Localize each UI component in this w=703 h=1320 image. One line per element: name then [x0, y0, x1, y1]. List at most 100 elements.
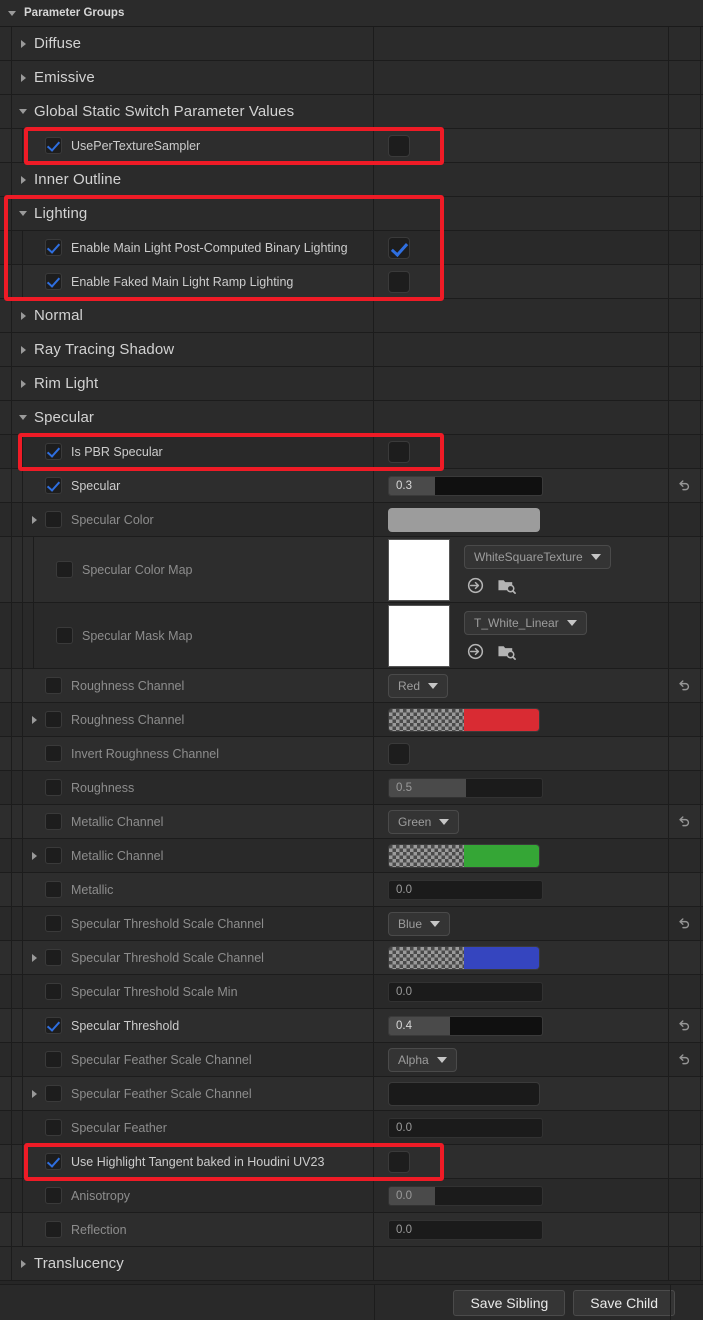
table-row[interactable]: Metallic Channel Green: [0, 805, 703, 839]
find-in-content-browser-icon[interactable]: [497, 576, 517, 595]
row-expander[interactable]: [23, 715, 45, 724]
browse-to-asset-icon[interactable]: [466, 576, 485, 595]
group-header-emissive[interactable]: Emissive: [0, 61, 703, 95]
table-row[interactable]: Reflection 0.0: [0, 1213, 703, 1247]
slider-specular[interactable]: 0.3: [388, 475, 543, 496]
group-header-lighting[interactable]: Lighting: [0, 197, 703, 231]
property-reset-cell[interactable]: [669, 805, 701, 838]
table-row[interactable]: Use Highlight Tangent baked in Houdini U…: [0, 1145, 703, 1179]
slider-specular-threshold-scale-min[interactable]: 0.0: [388, 981, 543, 1002]
override-checkbox-use-per-texture-sampler[interactable]: [45, 137, 62, 154]
slider-specular-feather[interactable]: 0.0: [388, 1117, 543, 1138]
row-expander[interactable]: [23, 953, 45, 962]
color-swatch-specular-color[interactable]: [388, 507, 540, 532]
value-checkbox-use-per-texture-sampler[interactable]: [388, 134, 410, 157]
property-reset-cell[interactable]: [669, 1009, 701, 1042]
group-expander[interactable]: [12, 311, 34, 320]
group-expander[interactable]: [12, 379, 34, 388]
override-checkbox-metallic-channel-color[interactable]: [45, 847, 62, 864]
reset-arrow-icon[interactable]: [677, 678, 692, 693]
chevron-down-icon[interactable]: [8, 10, 16, 16]
group-header-diffuse[interactable]: Diffuse: [0, 27, 703, 61]
override-checkbox-specular[interactable]: [45, 477, 62, 494]
slider-reflection[interactable]: 0.0: [388, 1219, 543, 1240]
group-expander[interactable]: [12, 1259, 34, 1268]
table-row[interactable]: Specular 0.3: [0, 469, 703, 503]
table-row[interactable]: Enable Main Light Post-Computed Binary L…: [0, 231, 703, 265]
reset-arrow-icon[interactable]: [677, 1052, 692, 1067]
override-checkbox-specular-threshold-scale-min[interactable]: [45, 983, 62, 1000]
value-checkbox-is-pbr-specular[interactable]: [388, 440, 410, 463]
override-checkbox-enable-main-light-post-computed-binary-lighting[interactable]: [45, 239, 62, 256]
override-checkbox-enable-faked-main-light-ramp-lighting[interactable]: [45, 273, 62, 290]
override-checkbox-roughness[interactable]: [45, 779, 62, 796]
table-row[interactable]: Specular Feather 0.0: [0, 1111, 703, 1145]
save-child-button[interactable]: Save Child: [573, 1289, 675, 1316]
slider-metallic[interactable]: 0.0: [388, 879, 543, 900]
table-row[interactable]: Anisotropy 0.0: [0, 1179, 703, 1213]
override-checkbox-use-highlight-tangent-baked-in-houdini-uv23[interactable]: [45, 1153, 62, 1170]
table-row[interactable]: Roughness Channel Red: [0, 669, 703, 703]
override-checkbox-specular-color-map[interactable]: [56, 561, 73, 578]
slider-anisotropy[interactable]: 0.0: [388, 1185, 543, 1206]
group-expander[interactable]: [12, 73, 34, 82]
dropdown-specular-feather-scale-channel-enum[interactable]: Alpha: [388, 1047, 457, 1072]
property-reset-cell[interactable]: [669, 907, 701, 940]
value-checkbox-enable-main-light-post-computed-binary-lighting[interactable]: [388, 236, 410, 259]
override-checkbox-specular-mask-map[interactable]: [56, 627, 73, 644]
table-row[interactable]: Specular Feather Scale Channel Alpha: [0, 1043, 703, 1077]
override-checkbox-specular-feather[interactable]: [45, 1119, 62, 1136]
table-row[interactable]: Specular Threshold Scale Channel: [0, 941, 703, 975]
browse-to-asset-icon[interactable]: [466, 642, 485, 661]
group-expander[interactable]: [12, 211, 34, 216]
group-header-normal[interactable]: Normal: [0, 299, 703, 333]
override-checkbox-roughness-channel-enum[interactable]: [45, 677, 62, 694]
slider-roughness[interactable]: 0.5: [388, 777, 543, 798]
property-reset-cell[interactable]: [669, 469, 701, 502]
table-row[interactable]: Specular Color: [0, 503, 703, 537]
reset-arrow-icon[interactable]: [677, 478, 692, 493]
override-checkbox-specular-color[interactable]: [45, 511, 62, 528]
group-expander[interactable]: [12, 39, 34, 48]
color-swatch-roughness-channel-color[interactable]: [388, 707, 540, 732]
reset-arrow-icon[interactable]: [677, 814, 692, 829]
texture-thumbnail[interactable]: [388, 538, 450, 601]
table-row[interactable]: Specular Mask Map T_White_Linear: [0, 603, 703, 669]
color-swatch-metallic-channel-color[interactable]: [388, 843, 540, 868]
override-checkbox-specular-threshold-scale-channel-enum[interactable]: [45, 915, 62, 932]
table-row[interactable]: Invert Roughness Channel: [0, 737, 703, 771]
color-swatch-specular-feather-scale-channel-color[interactable]: [388, 1081, 540, 1106]
table-row[interactable]: Specular Threshold 0.4: [0, 1009, 703, 1043]
property-reset-cell[interactable]: [669, 1043, 701, 1076]
table-row[interactable]: Is PBR Specular: [0, 435, 703, 469]
texture-asset-dropdown[interactable]: WhiteSquareTexture: [464, 544, 611, 569]
group-header-global-static-switch[interactable]: Global Static Switch Parameter Values: [0, 95, 703, 129]
override-checkbox-is-pbr-specular[interactable]: [45, 443, 62, 460]
table-row[interactable]: Specular Threshold Scale Channel Blue: [0, 907, 703, 941]
dropdown-metallic-channel-enum[interactable]: Green: [388, 809, 460, 834]
reset-arrow-icon[interactable]: [677, 916, 692, 931]
row-expander[interactable]: [23, 515, 45, 524]
dropdown-roughness-channel-enum[interactable]: Red: [388, 673, 449, 698]
group-header-rim-light[interactable]: Rim Light: [0, 367, 703, 401]
group-expander[interactable]: [12, 175, 34, 184]
panel-header[interactable]: Parameter Groups: [0, 0, 703, 27]
save-sibling-button[interactable]: Save Sibling: [453, 1289, 566, 1316]
table-row[interactable]: Specular Color Map WhiteSquareTexture: [0, 537, 703, 603]
reset-arrow-icon[interactable]: [677, 1018, 692, 1033]
value-checkbox-invert-roughness-channel[interactable]: [388, 742, 410, 765]
override-checkbox-specular-threshold-scale-channel-color[interactable]: [45, 949, 62, 966]
override-checkbox-metallic[interactable]: [45, 881, 62, 898]
slider-specular-threshold[interactable]: 0.4: [388, 1015, 543, 1036]
row-expander[interactable]: [23, 1089, 45, 1098]
override-checkbox-specular-feather-scale-channel-color[interactable]: [45, 1085, 62, 1102]
table-row[interactable]: Roughness Channel: [0, 703, 703, 737]
value-checkbox-enable-faked-main-light-ramp-lighting[interactable]: [388, 270, 410, 293]
table-row[interactable]: Metallic Channel: [0, 839, 703, 873]
group-expander[interactable]: [12, 415, 34, 420]
texture-asset-dropdown[interactable]: T_White_Linear: [464, 610, 587, 635]
property-reset-cell[interactable]: [669, 669, 701, 702]
color-swatch-specular-threshold-scale-channel-color[interactable]: [388, 945, 540, 970]
group-header-translucency[interactable]: Translucency: [0, 1247, 703, 1281]
table-row[interactable]: Specular Feather Scale Channel: [0, 1077, 703, 1111]
